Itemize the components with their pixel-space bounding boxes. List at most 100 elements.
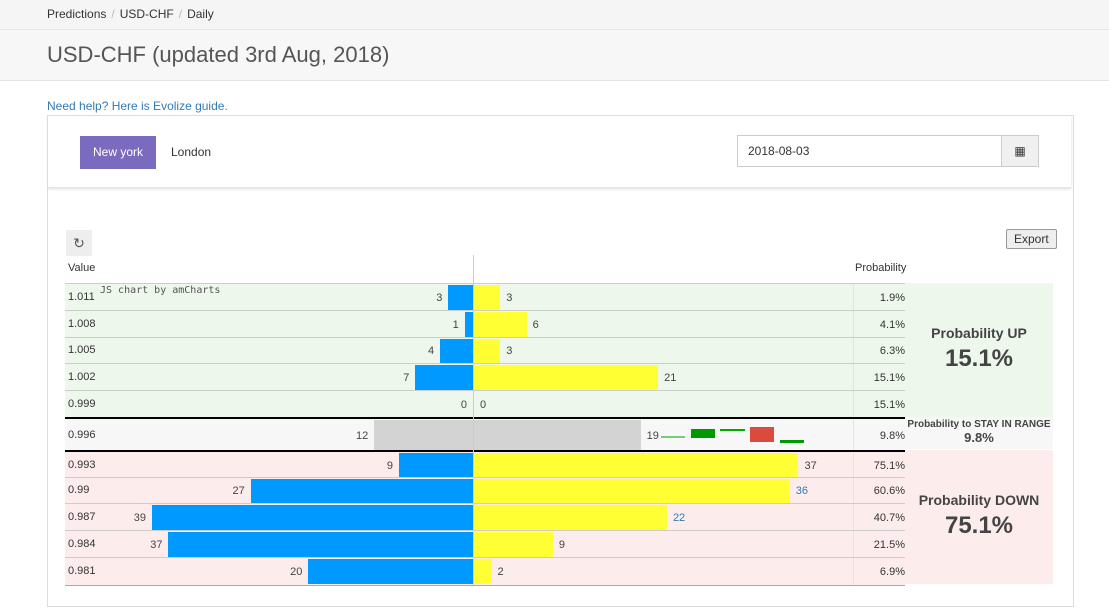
left-value: 3 [436,291,443,304]
table-row: 1.008 1 6 4.1% [65,310,905,338]
table-row: 1.002 7 21 15.1% [65,363,905,391]
candle-icon [750,427,774,442]
left-bar [152,505,473,530]
left-bar [448,285,473,310]
value-label: 0.99 [68,484,90,496]
left-value: 39 [133,511,147,524]
right-value: 22 [672,511,686,524]
candle-icon [720,429,745,431]
probability-cell [853,419,906,452]
probability-header: Probability [855,262,907,274]
table-row: 0.993 9 37 75.1% [65,450,905,479]
candle-icon [780,440,804,443]
right-bar [474,339,501,363]
range-value: 9.8% [964,430,994,445]
export-button[interactable]: Export [1006,229,1057,249]
date-input[interactable]: 2018-08-03 [737,135,1013,167]
value-label: 0.984 [68,537,96,550]
summary-down: Probability DOWN 75.1% [905,450,1053,584]
table-row: 0.981 20 2 6.9% [65,557,905,586]
left-value: 20 [290,565,303,578]
breadcrumb-separator: / [111,7,115,21]
probability-cell [853,311,906,338]
probability-cell [853,391,906,418]
probability-chart: Value Probability JS chart by amCharts P… [65,255,1053,586]
probability-cell [853,478,906,504]
table-row: 0.987 39 22 40.7% [65,503,905,531]
probability-cell [853,338,906,364]
refresh-button[interactable]: ↻ [66,230,92,256]
probability-cell [853,504,906,531]
left-bar [440,339,473,363]
breadcrumb-separator: / [178,7,183,21]
probability-cell [853,558,906,585]
tab-london[interactable]: London [158,136,224,169]
up-value: 15.1% [944,345,1014,372]
value-label: 0.999 [68,397,96,410]
table-row: 0.99 27 36 60.6% [65,477,905,504]
right-value: 19 [646,429,659,442]
tab-new-york[interactable]: New york [80,136,157,169]
help-link[interactable]: Need help? Here is Evolize guide. [47,99,228,113]
right-value: 21 [664,371,677,384]
left-value: 0 [460,398,467,411]
right-bar [474,285,501,310]
left-value: 12 [356,429,369,442]
left-value: 37 [150,538,163,551]
summary-up: Probability UP 15.1% [905,283,1053,417]
left-value: 7 [403,371,410,384]
breadcrumb: Predictions / USD-CHF / Daily [0,0,1109,30]
value-label: 0.996 [68,428,96,441]
left-value: 4 [427,345,435,357]
value-label: 1.002 [68,370,96,383]
right-value: 2 [497,565,504,578]
right-value: 3 [506,291,513,304]
left-bar [464,312,473,337]
refresh-icon: ↻ [73,235,85,251]
down-value: 75.1% [944,512,1014,539]
value-label: 1.011 [68,290,95,303]
right-bar [474,559,492,584]
probability-cell [853,452,906,479]
table-row: 1.005 4 3 6.3% [65,337,905,364]
candlestick-icons [661,427,811,445]
probability-cell [853,531,906,558]
value-header: Value [68,262,96,274]
right-bar [474,453,799,478]
right-value: 0 [480,398,487,411]
breadcrumb-usd-chf[interactable]: USD-CHF [120,7,174,21]
value-label: 0.993 [68,458,96,471]
value-label: 0.987 [68,510,96,523]
table-row: 0.999 0 0 15.1% [65,390,905,418]
left-bar [398,453,473,478]
value-label: 1.008 [68,317,96,330]
right-value: 9 [558,538,566,551]
range-label: Probability to STAY IN RANGE [907,419,1051,430]
right-bar [474,505,667,530]
left-bar [250,479,473,503]
summary-range: Probability to STAY IN RANGE 9.8% [905,417,1053,449]
up-label: Probability UP [931,325,1027,341]
value-label: 0.981 [68,564,96,577]
left-value: 27 [232,485,245,497]
left-value: 1 [452,318,459,331]
left-bar [415,365,473,390]
probability-cell [853,364,906,391]
candle-icon [661,436,685,438]
right-value: 3 [506,345,513,357]
breadcrumb-daily: Daily [187,7,214,21]
right-bar [474,532,553,557]
page-title: USD-CHF (updated 3rd Aug, 2018) [0,30,1109,81]
breadcrumb-predictions[interactable]: Predictions [47,7,106,21]
calendar-button[interactable]: ▦ [1001,135,1039,167]
left-bar [374,420,473,451]
right-bar [474,420,641,451]
right-value: 36 [795,485,808,497]
right-value: 6 [532,318,539,331]
left-bar [308,559,473,584]
value-label: 1.005 [68,344,96,356]
right-bar [474,365,659,390]
amcharts-credit[interactable]: JS chart by amCharts [100,285,220,296]
left-value: 9 [386,459,393,472]
candle-icon [691,429,715,438]
